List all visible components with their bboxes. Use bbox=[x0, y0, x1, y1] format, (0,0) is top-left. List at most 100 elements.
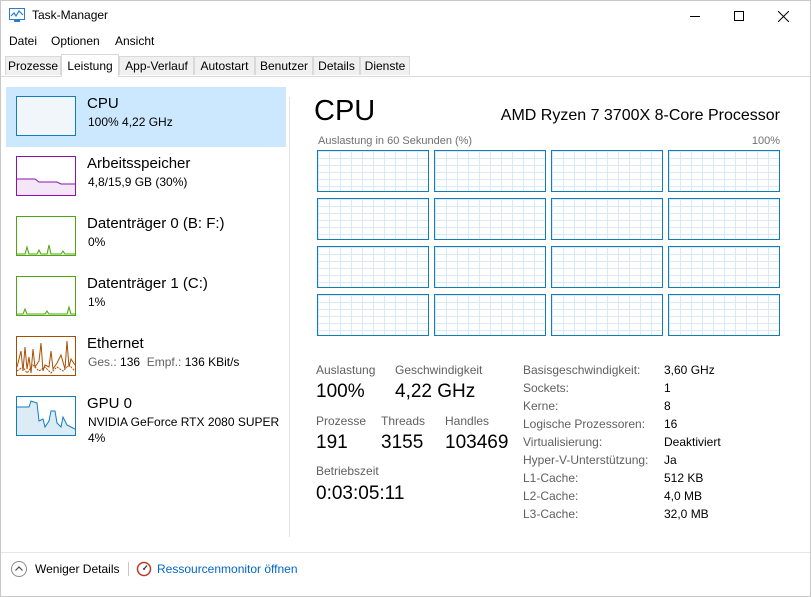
sidebar-item-subtitle: NVIDIA GeForce RTX 2080 SUPER bbox=[88, 415, 280, 429]
menu-bar: Datei Optionen Ansicht bbox=[1, 31, 810, 51]
performance-view: CPU 100% 4,22 GHz Arbeitsspeicher 4,8/15… bbox=[1, 77, 810, 547]
tab-benutzer[interactable]: Benutzer bbox=[255, 56, 313, 75]
cpu-thumbnail bbox=[16, 96, 76, 136]
gpu-thumbnail-graph bbox=[17, 400, 75, 435]
info-label: L1-Cache: bbox=[523, 471, 579, 485]
info-value: 8 bbox=[664, 399, 671, 413]
tab-dienste[interactable]: Dienste bbox=[360, 56, 410, 75]
ethernet-receive-label: Empf.: bbox=[140, 355, 185, 369]
logical-processor-graph-10 bbox=[551, 246, 663, 288]
uptime-value: 0:03:05:11 bbox=[316, 483, 405, 504]
ethernet-receive-value: 136 KBit/s bbox=[184, 355, 240, 369]
chevron-up-icon bbox=[11, 561, 27, 577]
gpu-thumbnail bbox=[16, 396, 76, 436]
info-value: 1 bbox=[664, 381, 671, 395]
info-value: 4,0 MB bbox=[664, 489, 703, 503]
cpu-detail-panel: CPU AMD Ryzen 7 3700X 8-Core Processor A… bbox=[314, 77, 784, 547]
tab-details[interactable]: Details bbox=[313, 56, 360, 75]
minimize-button[interactable] bbox=[672, 1, 717, 31]
task-manager-app-icon bbox=[9, 8, 25, 22]
logical-processor-graph-0 bbox=[317, 150, 429, 192]
sidebar-item-subtitle: 0% bbox=[88, 235, 106, 249]
graph-caption: Auslastung in 60 Sekunden (%) bbox=[318, 135, 473, 147]
processor-name: AMD Ryzen 7 3700X 8-Core Processor bbox=[500, 107, 780, 124]
menu-ansicht[interactable]: Ansicht bbox=[115, 34, 154, 48]
resource-monitor-icon bbox=[136, 561, 152, 577]
fewer-details-label: Weniger Details bbox=[35, 562, 120, 576]
minimize-icon bbox=[689, 16, 700, 17]
disk-0-thumbnail-graph bbox=[17, 244, 75, 255]
sidebar-item-title: Datenträger 1 (C:) bbox=[87, 275, 208, 292]
logical-processor-graphs[interactable] bbox=[317, 150, 783, 338]
tab-prozesse[interactable]: Prozesse bbox=[5, 56, 61, 75]
sidebar-item-cpu[interactable]: CPU 100% 4,22 GHz bbox=[6, 87, 286, 147]
info-value: Deaktiviert bbox=[664, 435, 721, 449]
sidebar-item-memory[interactable]: Arbeitsspeicher 4,8/15,9 GB (30%) bbox=[6, 147, 286, 207]
utilization-label: Auslastung bbox=[316, 363, 376, 377]
tab-leistung[interactable]: Leistung bbox=[61, 54, 119, 77]
processes-label: Prozesse bbox=[316, 414, 367, 428]
menu-datei[interactable]: Datei bbox=[9, 34, 37, 48]
memory-thumbnail bbox=[16, 156, 76, 196]
resource-list: CPU 100% 4,22 GHz Arbeitsspeicher 4,8/15… bbox=[6, 87, 288, 527]
logical-processor-graph-9 bbox=[434, 246, 546, 288]
sidebar-item-gpu-0[interactable]: GPU 0 NVIDIA GeForce RTX 2080 SUPER 4% bbox=[6, 387, 286, 447]
fewer-details-button[interactable]: Weniger Details bbox=[11, 561, 119, 577]
title-bar: Task-Manager bbox=[1, 1, 810, 31]
sidebar-item-subtitle: Ges.: 136 Empf.: 136 KBit/s bbox=[88, 355, 239, 369]
logical-processor-graph-14 bbox=[551, 294, 663, 336]
info-value: 3,60 GHz bbox=[664, 363, 715, 377]
sidebar-item-title: CPU bbox=[87, 95, 119, 112]
tab-app-verlauf[interactable]: App-Verlauf bbox=[119, 56, 194, 75]
logical-processor-graph-5 bbox=[434, 198, 546, 240]
menu-optionen[interactable]: Optionen bbox=[51, 34, 100, 48]
info-value: 32,0 MB bbox=[664, 507, 709, 521]
logical-processor-graph-12 bbox=[317, 294, 429, 336]
logical-processor-graph-8 bbox=[317, 246, 429, 288]
tab-strip: Prozesse Leistung App-Verlauf Autostart … bbox=[1, 54, 810, 77]
resource-monitor-link[interactable]: Ressourcenmonitor öffnen bbox=[136, 561, 298, 577]
graph-max-label: 100% bbox=[751, 135, 780, 147]
disk-1-thumbnail bbox=[16, 276, 76, 316]
logical-processor-graph-4 bbox=[317, 198, 429, 240]
speed-value: 4,22 GHz bbox=[395, 381, 476, 402]
task-manager-window: Task-Manager Datei Optionen Ansicht Proz… bbox=[0, 0, 811, 597]
ethernet-send-label: Ges.: bbox=[88, 355, 121, 369]
page-title: CPU bbox=[314, 95, 376, 127]
speed-label: Geschwindigkeit bbox=[395, 363, 483, 377]
info-label: Kerne: bbox=[523, 399, 559, 413]
maximize-icon bbox=[733, 11, 744, 21]
sidebar-item-disk-0[interactable]: Datenträger 0 (B: F:) 0% bbox=[6, 207, 286, 267]
info-label: Virtualisierung: bbox=[523, 435, 603, 449]
threads-value: 3155 bbox=[381, 432, 424, 453]
info-value: 512 KB bbox=[664, 471, 704, 485]
logical-processor-graph-7 bbox=[668, 198, 780, 240]
logical-processor-graph-13 bbox=[434, 294, 546, 336]
sidebar-item-subtitle-2: 4% bbox=[88, 431, 106, 445]
close-button[interactable] bbox=[761, 1, 806, 31]
info-label: Sockets: bbox=[523, 381, 570, 395]
ethernet-thumbnail-graph bbox=[17, 340, 75, 374]
sidebar-item-ethernet[interactable]: Ethernet Ges.: 136 Empf.: 136 KBit/s bbox=[6, 327, 286, 387]
sidebar-item-subtitle: 4,8/15,9 GB (30%) bbox=[88, 175, 188, 189]
logical-processor-graph-6 bbox=[551, 198, 663, 240]
disk-1-thumbnail-graph bbox=[17, 305, 75, 315]
sidebar-item-title: Datenträger 0 (B: F:) bbox=[87, 215, 225, 232]
logical-processor-graph-2 bbox=[551, 150, 663, 192]
maximize-button[interactable] bbox=[716, 1, 761, 31]
tab-autostart[interactable]: Autostart bbox=[194, 56, 255, 75]
info-label: L3-Cache: bbox=[523, 507, 579, 521]
utilization-value: 100% bbox=[316, 381, 365, 402]
ethernet-send-value: 136 bbox=[120, 355, 141, 369]
sidebar-item-title: Arbeitsspeicher bbox=[87, 155, 191, 172]
window-title: Task-Manager bbox=[32, 8, 109, 22]
resource-monitor-label: Ressourcenmonitor öffnen bbox=[157, 562, 298, 576]
threads-label: Threads bbox=[381, 414, 426, 428]
logical-processor-graph-15 bbox=[668, 294, 780, 336]
sidebar-item-disk-1[interactable]: Datenträger 1 (C:) 1% bbox=[6, 267, 286, 327]
info-value: 16 bbox=[664, 417, 678, 431]
info-label: Logische Prozessoren: bbox=[523, 417, 646, 431]
close-icon bbox=[778, 10, 789, 22]
handles-value: 103469 bbox=[445, 432, 509, 453]
disk-0-thumbnail bbox=[16, 216, 76, 256]
